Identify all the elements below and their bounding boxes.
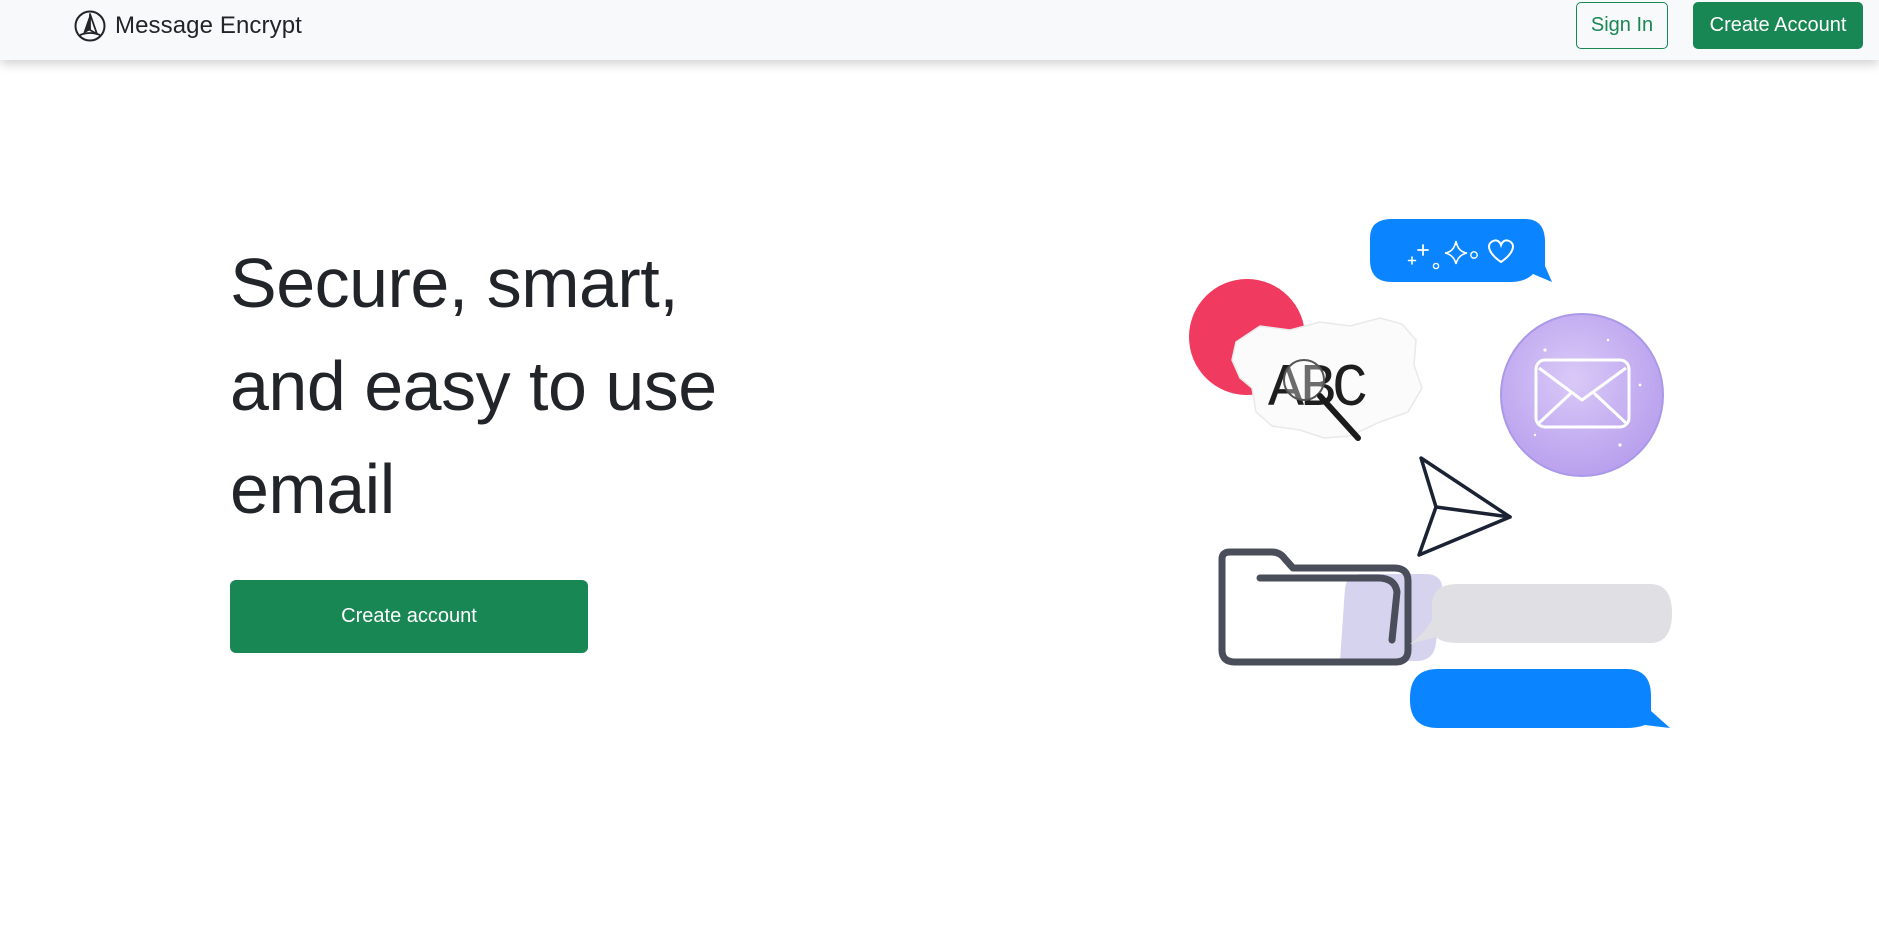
- hero-title-line: and easy to use: [230, 347, 717, 425]
- navbar: Message Encrypt Sign In Create Account: [0, 0, 1879, 60]
- hero-title-line: email: [230, 450, 395, 528]
- sign-in-button[interactable]: Sign In: [1576, 2, 1668, 49]
- hero-title: Secure, smart, and easy to use email: [230, 232, 790, 541]
- paper-plane-icon: [1417, 456, 1512, 557]
- brand-link[interactable]: Message Encrypt: [72, 10, 302, 42]
- chat-bubble-gray: [1410, 584, 1672, 644]
- hero-illustration: ABC: [1140, 200, 1700, 750]
- envelope-icon: [1500, 313, 1664, 477]
- torn-paper-note: ABC: [1231, 317, 1423, 439]
- brand-name: Message Encrypt: [115, 12, 302, 39]
- hero-title-line: Secure, smart,: [230, 244, 679, 322]
- chat-bubble-blue: [1410, 669, 1670, 728]
- create-account-nav-button[interactable]: Create Account: [1693, 2, 1863, 49]
- create-account-hero-button[interactable]: Create account: [230, 580, 588, 653]
- folder-icon: [1218, 548, 1443, 666]
- brand-logo-icon: [72, 10, 108, 42]
- chat-bubble-sparkles-icon: [1370, 219, 1552, 282]
